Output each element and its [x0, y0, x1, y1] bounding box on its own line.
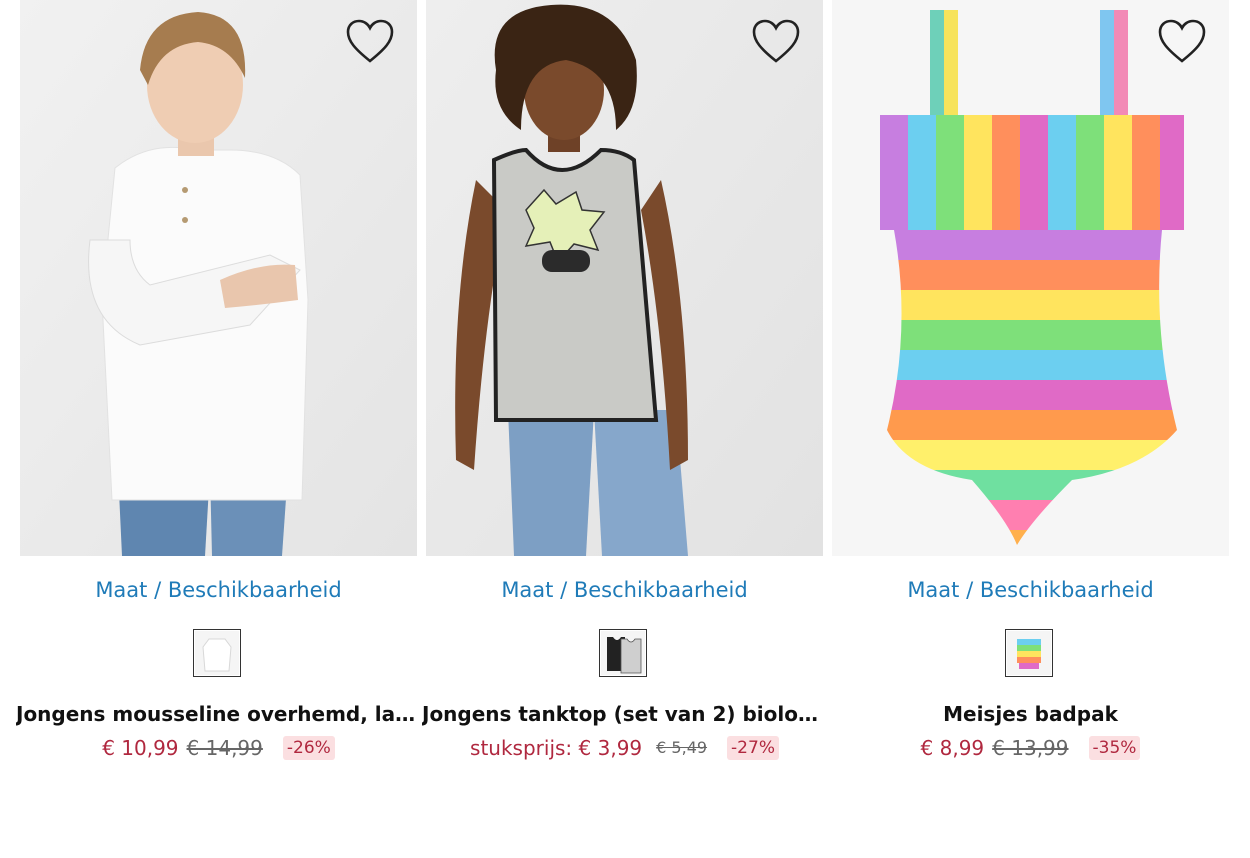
color-swatch[interactable]	[599, 629, 647, 677]
product-title[interactable]: Jongens mousseline overhemd, lange mouw	[16, 700, 421, 728]
product-title[interactable]: Meisjes badpak	[828, 700, 1233, 728]
heart-outline-icon	[346, 19, 394, 63]
size-availability-link[interactable]: Maat / Beschikbaarheid	[832, 575, 1229, 605]
wishlist-button[interactable]	[750, 18, 802, 66]
product-image[interactable]	[20, 0, 417, 556]
size-availability-link[interactable]: Maat / Beschikbaarheid	[20, 575, 417, 605]
original-price: € 13,99	[992, 736, 1069, 760]
original-price: € 5,49	[656, 738, 708, 757]
color-swatch[interactable]	[1005, 629, 1053, 677]
wishlist-button[interactable]	[344, 18, 396, 66]
sale-price: € 3,99	[578, 736, 643, 760]
product-card: Maat / Beschikbaarheid Meisjes badpak € …	[832, 0, 1229, 780]
swatch-white-shirt	[195, 631, 239, 675]
price-row: € 8,99 € 13,99 -35%	[832, 734, 1229, 762]
color-swatch[interactable]	[193, 629, 241, 677]
product-image[interactable]	[426, 0, 823, 556]
size-availability-link[interactable]: Maat / Beschikbaarheid	[426, 575, 823, 605]
price-row: stuksprijs: € 3,99 € 5,49 -27%	[426, 734, 823, 762]
product-title[interactable]: Jongens tanktop (set van 2) biologisch k…	[422, 700, 827, 728]
discount-badge: -26%	[282, 736, 335, 760]
heart-outline-icon	[1158, 19, 1206, 63]
discount-badge: -27%	[727, 736, 779, 760]
discount-badge: -35%	[1088, 736, 1141, 760]
sale-price: € 10,99	[102, 736, 179, 760]
unit-price: stuksprijs: € 3,99	[470, 734, 642, 762]
rainbow-swimsuit-photo	[832, 0, 1229, 556]
wishlist-button[interactable]	[1156, 18, 1208, 66]
product-card: Maat / Beschikbaarheid Jongens mousselin…	[16, 0, 421, 780]
unit-price-label: stuksprijs:	[470, 736, 573, 760]
price-row: € 10,99 € 14,99 -26%	[20, 734, 417, 762]
product-card: Maat / Beschikbaarheid Jongens tanktop (…	[422, 0, 827, 780]
boy-tanktop-photo	[426, 0, 823, 556]
swatch-tanktop-set	[601, 631, 645, 675]
sale-price: € 8,99	[920, 736, 985, 760]
product-grid: Maat / Beschikbaarheid Jongens mousselin…	[16, 0, 1229, 780]
swatch-rainbow-swimsuit	[1007, 631, 1051, 675]
heart-outline-icon	[752, 19, 800, 63]
original-price: € 14,99	[186, 736, 263, 760]
boy-shirt-photo	[20, 0, 417, 556]
product-image[interactable]	[832, 0, 1229, 556]
